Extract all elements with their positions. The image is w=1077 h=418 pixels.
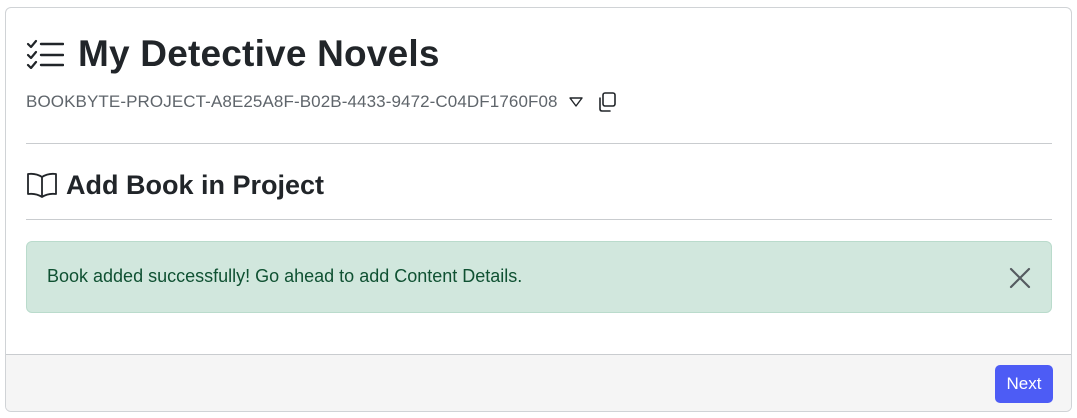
list-check-icon <box>26 39 64 69</box>
card-footer: Next <box>6 354 1071 411</box>
caret-down-icon[interactable] <box>568 95 584 109</box>
section-divider <box>26 219 1052 220</box>
project-id-row: BOOKBYTE-PROJECT-A8E25A8F-B02B-4433-9472… <box>26 91 618 113</box>
copy-icon[interactable] <box>596 91 618 113</box>
project-card: My Detective Novels BOOKBYTE-PROJECT-A8E… <box>5 7 1072 412</box>
success-alert: Book added successfully! Go ahead to add… <box>26 241 1052 313</box>
book-icon <box>26 171 58 199</box>
section-title: Add Book in Project <box>66 169 325 200</box>
page-header: My Detective Novels <box>26 34 440 74</box>
card-body: My Detective Novels BOOKBYTE-PROJECT-A8E… <box>6 8 1071 354</box>
header-divider <box>26 143 1052 144</box>
page-title: My Detective Novels <box>78 33 440 74</box>
alert-message: Book added successfully! Go ahead to add… <box>47 266 523 286</box>
section-header: Add Book in Project <box>26 168 324 202</box>
next-button[interactable]: Next <box>995 365 1053 403</box>
project-id: BOOKBYTE-PROJECT-A8E25A8F-B02B-4433-9472… <box>26 92 558 111</box>
close-icon[interactable] <box>1008 266 1032 290</box>
